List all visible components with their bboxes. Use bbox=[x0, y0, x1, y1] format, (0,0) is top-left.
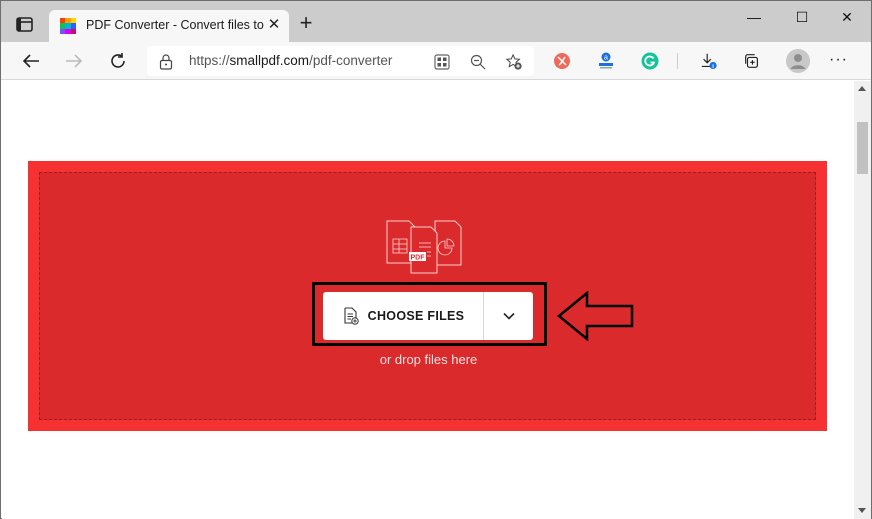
forward-icon bbox=[66, 54, 83, 68]
more-icon[interactable]: ··· bbox=[829, 51, 848, 69]
url-host: smallpdf.com bbox=[229, 53, 310, 68]
drop-hint: or drop files here bbox=[379, 352, 478, 367]
forward-button[interactable] bbox=[60, 47, 88, 75]
scroll-up-icon[interactable] bbox=[858, 86, 866, 91]
minimize-button[interactable]: — bbox=[731, 4, 777, 30]
lock-icon[interactable] bbox=[159, 54, 173, 70]
extension-red-icon[interactable] bbox=[553, 52, 571, 70]
browser-toolbar: https://smallpdf.com/pdf-converter a i ·… bbox=[1, 42, 871, 80]
browser-tab[interactable]: PDF Converter - Convert files to a ✕ bbox=[49, 10, 289, 42]
collections-icon[interactable] bbox=[743, 52, 761, 70]
title-bar: PDF Converter - Convert files to a ✕ + —… bbox=[1, 1, 871, 42]
back-button[interactable] bbox=[17, 47, 45, 75]
vertical-scrollbar[interactable] bbox=[854, 81, 871, 519]
url-path: /pdf-converter bbox=[309, 53, 393, 68]
url-scheme: https:// bbox=[189, 53, 230, 68]
grammarly-icon[interactable] bbox=[641, 52, 659, 70]
file-conversion-illustration: PDF bbox=[386, 220, 462, 274]
profile-icon[interactable] bbox=[786, 49, 810, 73]
smallpdf-favicon-icon bbox=[60, 18, 76, 34]
new-tab-button[interactable]: + bbox=[295, 12, 317, 35]
url-text[interactable]: https://smallpdf.com/pdf-converter bbox=[189, 53, 392, 68]
scroll-down-icon[interactable] bbox=[858, 508, 866, 513]
favicon-cell bbox=[70, 28, 76, 34]
back-icon bbox=[22, 54, 39, 68]
annotation-arrow-icon bbox=[557, 291, 634, 341]
add-favorite-icon[interactable] bbox=[505, 53, 523, 71]
pdf-badge: PDF bbox=[411, 255, 426, 262]
refresh-button[interactable] bbox=[104, 47, 132, 75]
tab-actions-icon[interactable] bbox=[15, 16, 35, 34]
app-grid-icon[interactable] bbox=[433, 53, 451, 71]
address-bar[interactable]: https://smallpdf.com/pdf-converter bbox=[147, 46, 534, 76]
svg-text:a: a bbox=[604, 55, 608, 62]
extension-stamp-icon[interactable]: a bbox=[597, 52, 615, 70]
zoom-out-icon[interactable] bbox=[469, 53, 487, 71]
tab-title: PDF Converter - Convert files to a bbox=[86, 18, 264, 32]
downloads-icon[interactable]: i bbox=[700, 52, 718, 70]
scroll-thumb[interactable] bbox=[857, 122, 868, 174]
annotation-highlight-box bbox=[312, 282, 547, 346]
refresh-icon bbox=[111, 53, 125, 68]
tab-close-icon[interactable]: ✕ bbox=[265, 16, 283, 34]
close-window-button[interactable]: ✕ bbox=[824, 4, 870, 30]
browser-window: PDF Converter - Convert files to a ✕ + —… bbox=[0, 0, 872, 519]
toolbar-divider bbox=[677, 53, 678, 69]
maximize-button[interactable]: ☐ bbox=[779, 4, 825, 30]
